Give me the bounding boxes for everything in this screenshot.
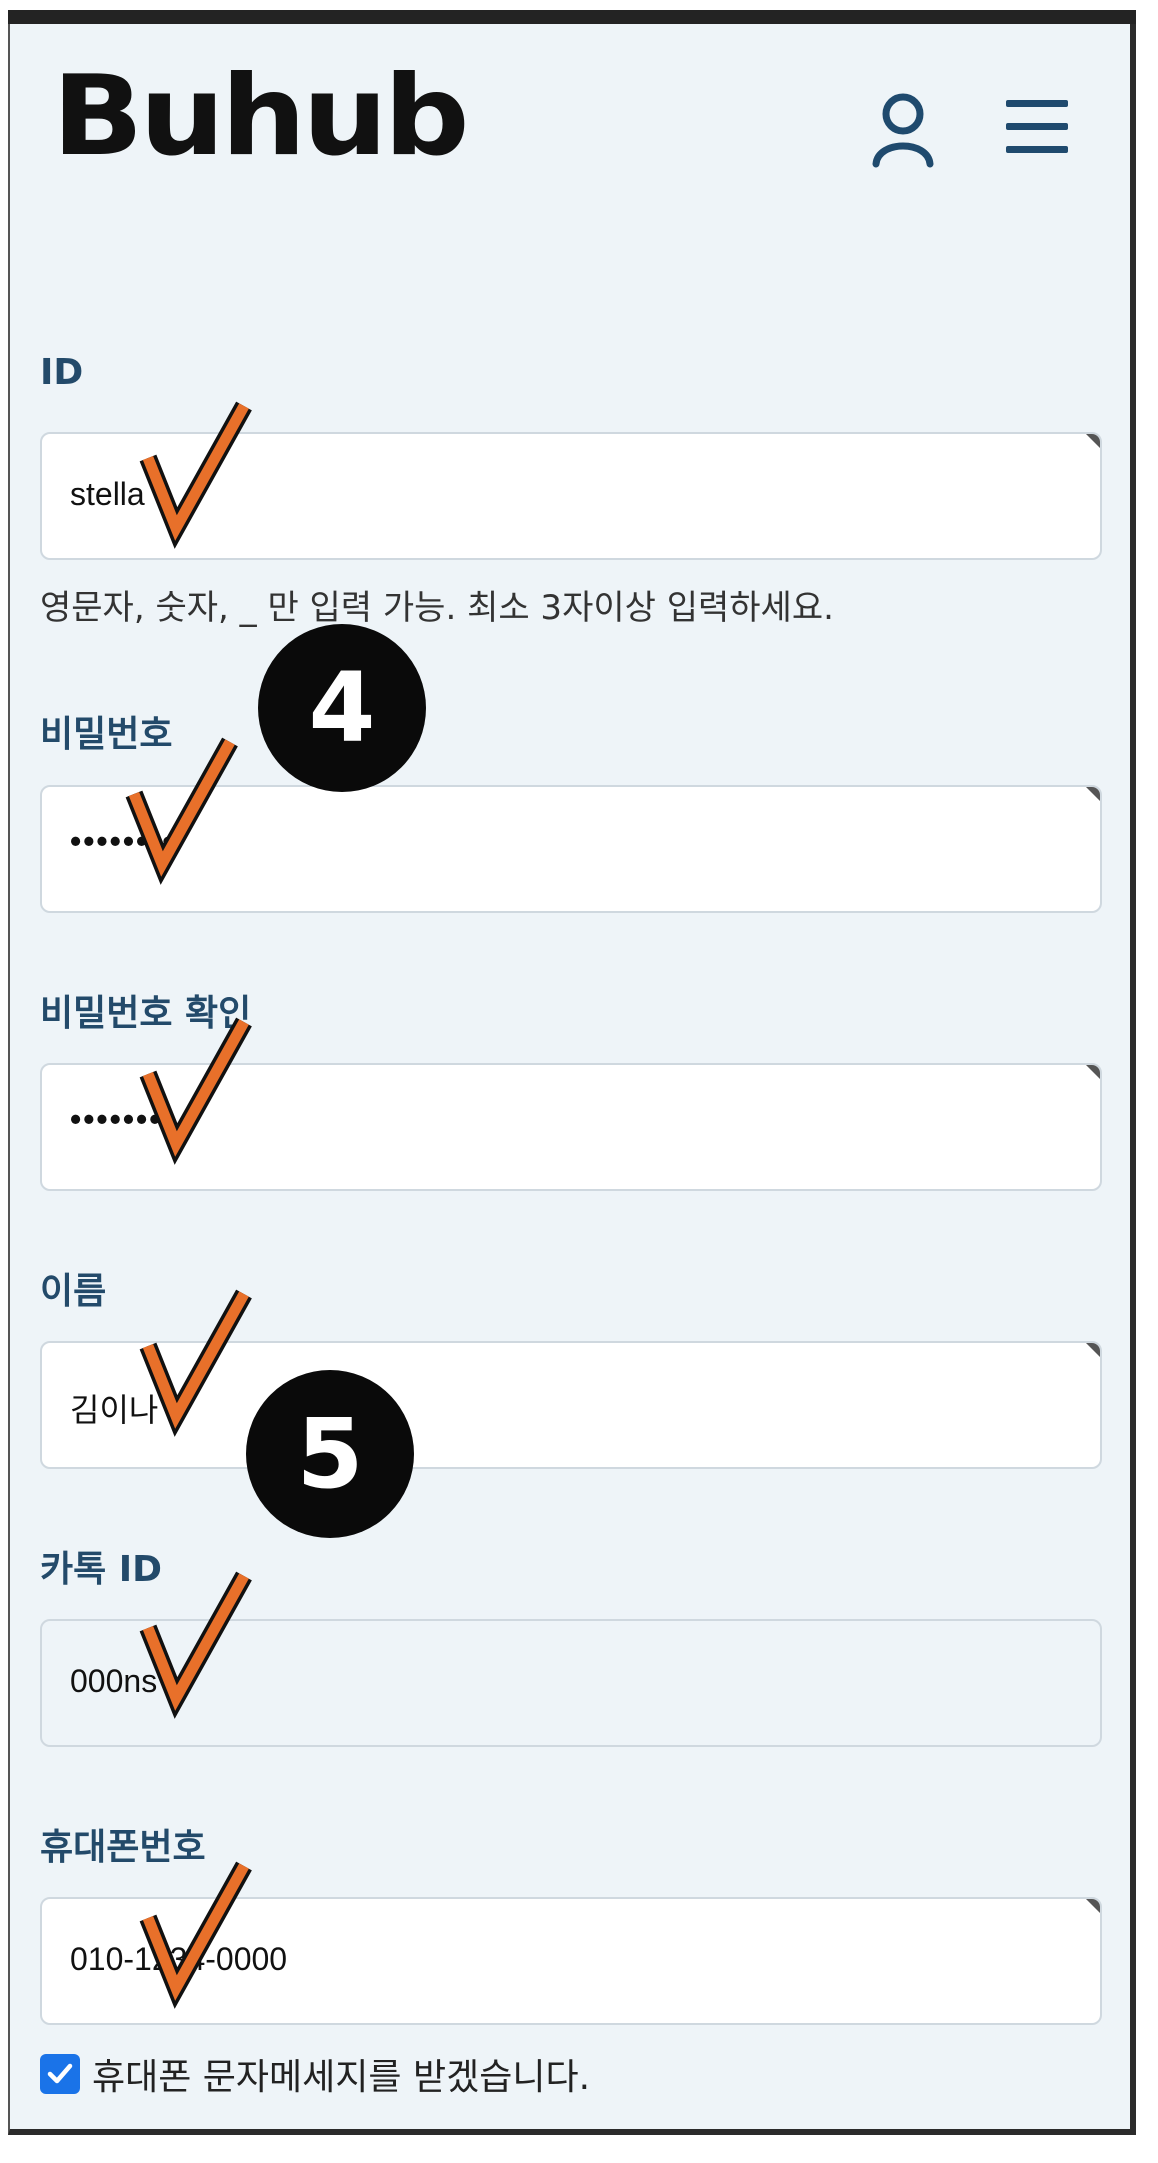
field-corner-marker (1086, 434, 1100, 448)
check-annotation-icon (139, 1017, 252, 1165)
field-corner-marker (1086, 787, 1100, 801)
top-bar (8, 10, 1136, 24)
hamburger-menu-icon[interactable] (1004, 90, 1074, 170)
id-value: stella (70, 476, 145, 512)
field-corner-marker (1086, 1899, 1100, 1913)
check-annotation-icon (139, 1571, 252, 1719)
id-label: ID (40, 352, 84, 393)
step-badge-5: 5 (246, 1370, 414, 1538)
sms-consent-checkbox[interactable] (40, 2054, 80, 2094)
user-icon[interactable] (868, 90, 938, 170)
checkmark-icon (47, 2063, 73, 2084)
check-annotation-icon (139, 401, 252, 549)
check-annotation-icon (139, 1861, 252, 2009)
field-corner-marker (1086, 1343, 1100, 1357)
check-annotation-icon (139, 1289, 252, 1437)
field-corner-marker (1086, 1065, 1100, 1079)
site-logo[interactable]: Buhub (52, 62, 470, 172)
sms-consent-label: 휴대폰 문자메세지를 받겠습니다. (92, 2057, 591, 2098)
step-badge-4: 4 (258, 624, 426, 792)
check-annotation-icon (125, 737, 238, 885)
sms-consent-row[interactable]: 휴대폰 문자메세지를 받겠습니다. (40, 2048, 590, 2100)
name-label: 이름 (40, 1271, 107, 1312)
id-helper-text: 영문자, 숫자, _ 만 입력 가능. 최소 3자이상 입력하세요. (40, 588, 834, 628)
